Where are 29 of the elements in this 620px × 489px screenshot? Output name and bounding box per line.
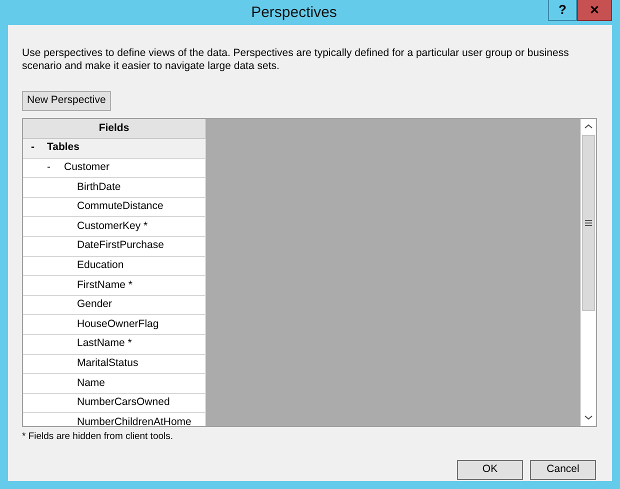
table-name: Customer xyxy=(64,160,110,176)
help-button[interactable]: ? xyxy=(548,0,577,21)
ok-button[interactable]: OK xyxy=(457,460,523,480)
field-name: MaritalStatus xyxy=(77,356,138,371)
window-title: Perspectives xyxy=(250,3,338,23)
collapse-toggle[interactable]: - xyxy=(31,140,47,156)
field-name: CommuteDistance xyxy=(77,199,164,214)
field-name: Gender xyxy=(77,297,112,312)
field-name: NumberChildrenAtHome xyxy=(77,414,192,426)
field-name: Education xyxy=(77,258,124,273)
field-name: Name xyxy=(77,376,106,391)
footnote-text: * Fields are hidden from client tools. xyxy=(22,430,174,444)
new-perspective-button[interactable]: New Perspective xyxy=(22,90,111,111)
cancel-button[interactable]: Cancel xyxy=(530,460,596,480)
field-name: HouseOwnerFlag xyxy=(77,316,159,332)
description-text: Use perspectives to define views of the data. Perspectives are typically defined for a particular user group or business scenario and make it easier to navigate large data sets. xyxy=(22,47,570,73)
field-name: NumberCarsOwned xyxy=(77,395,170,410)
scrollbar[interactable] xyxy=(580,119,596,426)
field-name: DateFirstPurchase xyxy=(77,238,164,254)
close-button[interactable]: ✕ xyxy=(577,0,612,21)
field-name: CustomerKey * xyxy=(77,218,148,234)
tree-group-label: Tables xyxy=(47,140,80,156)
field-name: BirthDate xyxy=(77,180,121,195)
grip-icon xyxy=(585,220,592,226)
field-name: LastName * xyxy=(77,336,132,352)
scroll-thumb[interactable] xyxy=(582,135,595,311)
column-header: Fields xyxy=(23,119,206,139)
collapse-toggle[interactable]: - xyxy=(47,160,64,176)
field-name: FirstName * xyxy=(77,278,132,293)
